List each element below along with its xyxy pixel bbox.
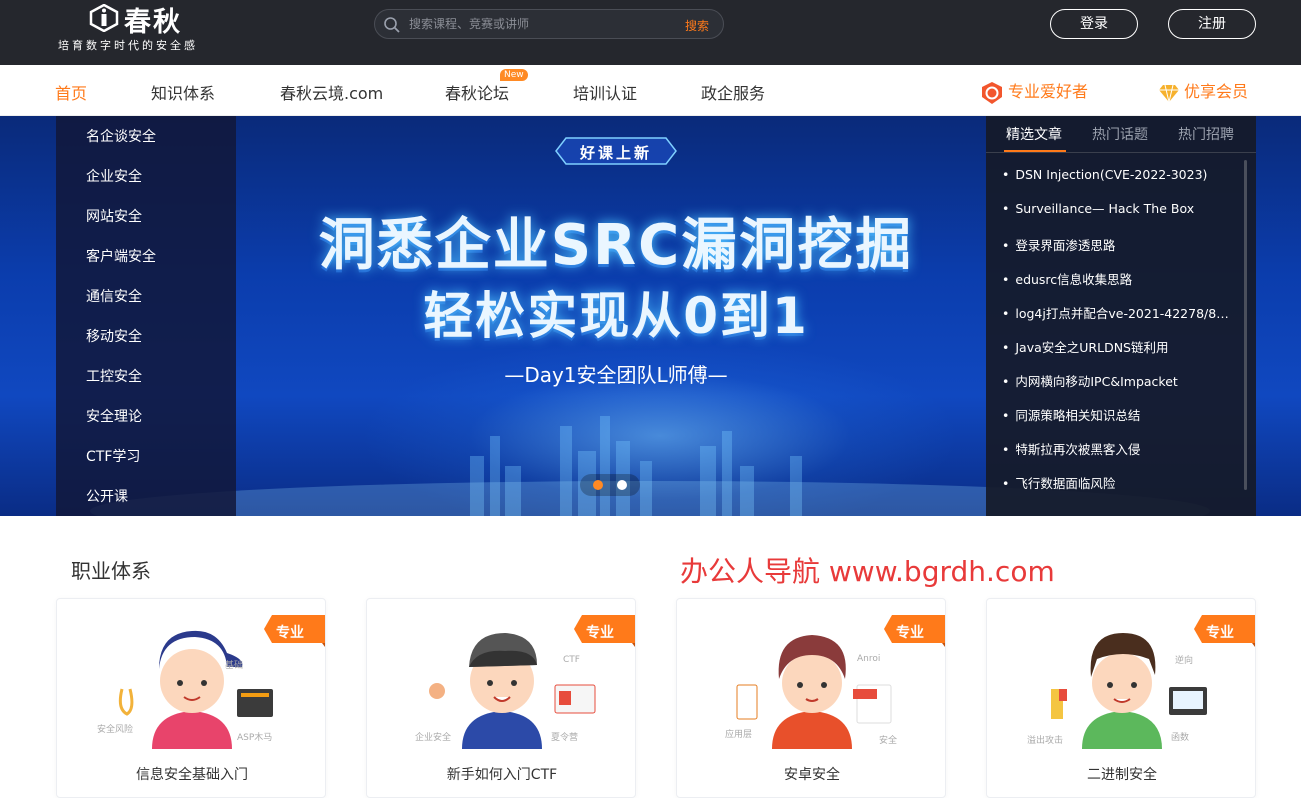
article-link[interactable]: 特斯拉再次被黑客入侵 <box>1002 439 1234 458</box>
category-item[interactable]: 企业安全 <box>86 166 142 186</box>
card-title: 信息安全基础入门 <box>136 767 248 783</box>
tab-hot-jobs[interactable]: 热门招聘 <box>1178 124 1234 144</box>
category-item[interactable]: 公开课 <box>86 486 128 506</box>
article-link[interactable]: Surveillance— Hack The Box <box>1002 201 1234 216</box>
search-button[interactable]: 搜索 <box>685 17 709 34</box>
pro-badge-icon <box>982 81 1002 104</box>
new-badge: New <box>500 69 528 81</box>
hero-banner[interactable]: 名企谈安全 企业安全 网站安全 客户端安全 通信安全 移动安全 工控安全 安全理… <box>0 116 1301 516</box>
scrollbar[interactable] <box>1244 160 1247 490</box>
category-item[interactable]: 移动安全 <box>86 326 142 346</box>
category-item[interactable]: CTF学习 <box>86 446 140 466</box>
carousel-dot[interactable] <box>617 480 627 490</box>
card-tag: 溢出攻击 <box>1027 734 1063 746</box>
article-link[interactable]: 飞行数据面临风险 <box>1002 473 1234 492</box>
nav-item-forum[interactable]: 春秋论坛 <box>445 80 509 104</box>
tab-hot-topics[interactable]: 热门话题 <box>1092 124 1148 144</box>
active-tab-indicator <box>1004 150 1066 152</box>
category-item[interactable]: 名企谈安全 <box>86 126 156 146</box>
carousel-dots <box>580 474 640 496</box>
tab-featured-articles[interactable]: 精选文章 <box>1006 124 1062 144</box>
card-tag: 函数 <box>1171 731 1189 743</box>
watermark-text: 办公人导航 www.bgrdh.com <box>680 555 1055 588</box>
card-title: 新手如何入门CTF <box>446 767 558 783</box>
banner-tag: 好课上新 <box>554 136 678 166</box>
card-tag: 逆向 <box>1175 654 1193 666</box>
card-tag: CTF <box>563 655 580 665</box>
category-item[interactable]: 客户端安全 <box>86 246 156 266</box>
article-link[interactable]: 同源策略相关知识总结 <box>1002 405 1234 424</box>
search-box: 搜索 <box>374 9 724 39</box>
article-link[interactable]: DSN Injection(CVE-2022-3023) <box>1002 167 1234 182</box>
category-item[interactable]: 通信安全 <box>86 286 142 306</box>
card-tag: Anroi <box>857 654 880 664</box>
search-input[interactable] <box>409 14 669 34</box>
section-title: 职业体系 <box>71 559 151 583</box>
nav-item-cloud[interactable]: 春秋云境.com <box>280 80 383 104</box>
vip-link[interactable]: 优享会员 <box>1158 78 1248 103</box>
category-menu: 名企谈安全 企业安全 网站安全 客户端安全 通信安全 移动安全 工控安全 安全理… <box>56 116 236 516</box>
nav-item-training[interactable]: 培训认证 <box>573 80 637 104</box>
article-link[interactable]: log4j打点并配合ve-2021-42278/87组合拳 <box>1002 303 1234 322</box>
carousel-dot-active[interactable] <box>593 480 603 490</box>
card-tag: ASP木马 <box>237 731 272 743</box>
card-tag: 企业安全 <box>415 731 451 743</box>
card-tag: 基础 <box>225 659 243 671</box>
article-link[interactable]: 登录界面渗透思路 <box>1002 235 1234 254</box>
logo[interactable]: 春秋 培育数字时代的安全感 <box>58 0 218 60</box>
card-tag: 安全 <box>879 734 897 746</box>
article-link[interactable]: Java安全之URLDNS链利用 <box>1002 337 1234 356</box>
card-title: 二进制安全 <box>1087 767 1157 783</box>
nav-item-knowledge[interactable]: 知识体系 <box>151 80 215 104</box>
nav-item-home[interactable]: 首页 <box>55 80 87 104</box>
pro-member-link[interactable]: 专业爱好者 <box>980 78 1088 105</box>
banner-tag-text: 好课上新 <box>579 144 652 162</box>
avatar-illustration: Anroi 应用层 安全 <box>725 635 897 749</box>
logo-slogan: 培育数字时代的安全感 <box>58 39 198 52</box>
register-button[interactable]: 注册 <box>1168 9 1256 39</box>
diamond-icon <box>1159 84 1179 102</box>
tab-divider <box>986 152 1256 153</box>
banner-headline: 洞悉企业SRC漏洞挖掘 <box>318 213 914 278</box>
card-title: 安卓安全 <box>784 767 840 783</box>
card-tag: 应用层 <box>725 728 752 740</box>
logo-icon <box>89 4 119 32</box>
card-tag: 安全风险 <box>97 723 133 735</box>
banner-subheadline: 轻松实现从0到1 <box>423 287 809 345</box>
avatar-illustration: 基础 安全风险 ASP木马 <box>97 630 273 749</box>
vip-label: 优享会员 <box>1184 82 1249 101</box>
logo-name: 春秋 <box>124 7 182 38</box>
top-bar: 春秋 培育数字时代的安全感 搜索 登录 注册 <box>0 0 1301 65</box>
search-icon <box>384 17 400 33</box>
career-card[interactable]: 专业 基础 安全风险 ASP木马 信息安全基础入门 <box>56 598 326 798</box>
career-card[interactable]: 专业 CTF 企业安全 夏令营 新手如何入门CTF <box>366 598 636 798</box>
card-tag: 夏令营 <box>551 731 578 743</box>
category-item[interactable]: 工控安全 <box>86 366 142 386</box>
category-item[interactable]: 网站安全 <box>86 206 142 226</box>
pro-member-label: 专业爱好者 <box>1008 82 1089 101</box>
article-panel: 精选文章 热门话题 热门招聘 DSN Injection(CVE-2022-30… <box>986 116 1256 516</box>
article-link[interactable]: 内网横向移动IPC&Impacket <box>1002 371 1234 390</box>
nav-item-enterprise[interactable]: 政企服务 <box>701 80 765 104</box>
avatar-illustration: CTF 企业安全 夏令营 <box>415 633 596 749</box>
category-item[interactable]: 安全理论 <box>86 406 142 426</box>
career-card[interactable]: 专业 逆向 溢出攻击 函数 二进制安全 <box>986 598 1256 798</box>
article-link[interactable]: edusrc信息收集思路 <box>1002 269 1234 288</box>
avatar-illustration: 逆向 溢出攻击 函数 <box>1027 633 1207 749</box>
main-nav: 首页 知识体系 春秋云境.com 春秋论坛 New 培训认证 政企服务 专业爱好… <box>0 65 1301 116</box>
career-card[interactable]: 专业 Anroi 应用层 安全 安卓安全 <box>676 598 946 798</box>
login-button[interactable]: 登录 <box>1050 9 1138 39</box>
banner-author: —Day1安全团队L师傅— <box>504 363 728 387</box>
